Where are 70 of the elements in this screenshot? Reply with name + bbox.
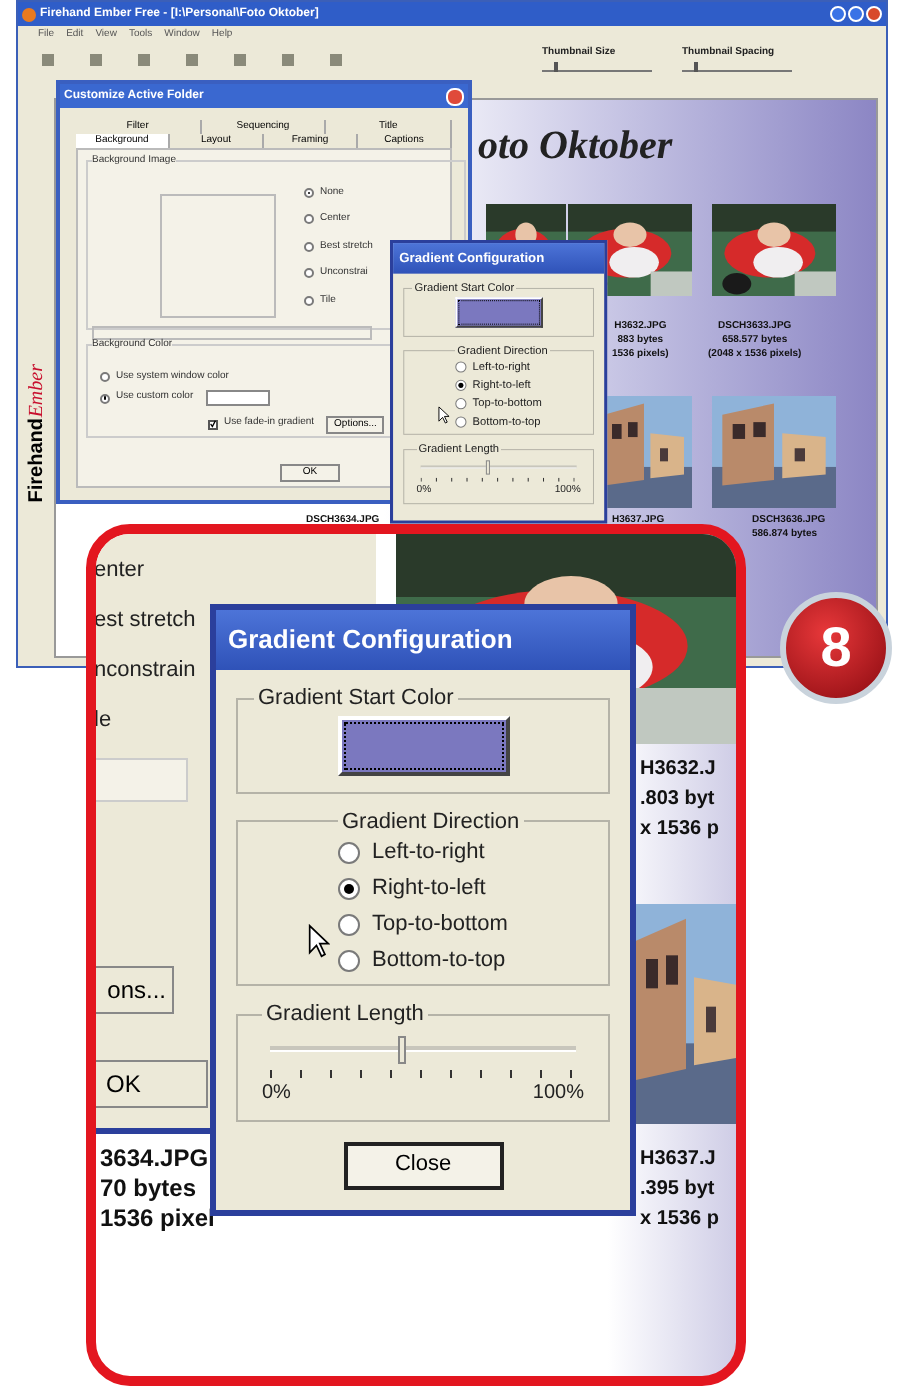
radio-button[interactable]: [455, 398, 467, 410]
color-button[interactable]: [454, 296, 543, 328]
caption-text: .803 byt: [640, 786, 717, 814]
radio-button[interactable]: [304, 241, 314, 252]
radio-label: Top-to-bottom: [372, 910, 508, 940]
scale-label: 100%: [532, 1079, 584, 1107]
slider-thumb[interactable]: [486, 459, 491, 475]
preview-box: [160, 193, 276, 317]
check-icon: [210, 420, 216, 428]
logo-text: Ember: [23, 364, 49, 418]
slider-track[interactable]: [270, 1035, 576, 1063]
app-icon: [22, 7, 36, 21]
checkbox[interactable]: [208, 419, 218, 429]
radio-button[interactable]: [338, 878, 360, 900]
group-label: Gradient Length: [264, 1000, 426, 1030]
radio-label: Left-to-right: [372, 838, 485, 868]
caption-text: H3637.J: [640, 1146, 718, 1174]
input-field[interactable]: [92, 325, 372, 339]
radio-button[interactable]: [338, 950, 360, 972]
slider-thumb[interactable]: [398, 1035, 407, 1063]
radio-label: nconstrain: [96, 656, 196, 686]
color-button[interactable]: [337, 715, 509, 775]
radio-button[interactable]: [455, 379, 467, 391]
radio-button[interactable]: [100, 371, 110, 382]
caption-text: .395 byt: [640, 1176, 717, 1204]
cursor-icon: [438, 406, 450, 424]
toolbar-icon: [278, 50, 298, 70]
input-field[interactable]: [96, 758, 188, 802]
slider-track[interactable]: [542, 65, 652, 71]
caption-text: x 1536 p: [640, 1206, 719, 1234]
radio-button[interactable]: [455, 416, 467, 428]
radio-button[interactable]: [304, 295, 314, 306]
slider-track[interactable]: [420, 459, 577, 475]
radio-button[interactable]: [100, 393, 110, 403]
toolbar-icon: [230, 50, 250, 70]
toolbar-icon: [182, 50, 202, 70]
dialog-title: Gradient Configuration: [228, 622, 513, 659]
radio-button[interactable]: [304, 268, 314, 279]
folder-title: oto Oktober: [478, 122, 673, 172]
close-button[interactable]: Close: [343, 1141, 503, 1189]
radio-label: Right-to-left: [372, 874, 486, 904]
toolbar-icon: [326, 50, 346, 70]
color-swatch[interactable]: [205, 390, 270, 406]
toolbar-icon: [134, 50, 154, 70]
radio-label: Bottom-to-top: [372, 946, 506, 976]
caption-text: 70 bytes: [100, 1174, 199, 1204]
logo-text: Firehand: [23, 417, 49, 502]
step-number: 8: [820, 614, 852, 682]
slider-track[interactable]: [682, 65, 792, 71]
group-label: Gradient Start Color: [256, 684, 456, 714]
caption-text: H3632.J: [640, 756, 718, 784]
maximize-icon[interactable]: [848, 6, 864, 22]
scale-label: 0%: [262, 1079, 291, 1107]
toolbar-icon: [38, 50, 58, 70]
ok-button[interactable]: OK: [96, 1060, 208, 1108]
caption-text: 3634.JPG: [100, 1144, 211, 1174]
minimize-icon[interactable]: [830, 6, 846, 22]
radio-label: le: [96, 706, 114, 736]
cursor-icon: [308, 924, 330, 958]
close-icon[interactable]: [866, 6, 882, 22]
close-icon[interactable]: [446, 87, 464, 105]
toolbar-icon: [86, 50, 106, 70]
radio-button[interactable]: [455, 361, 467, 373]
radio-button[interactable]: [304, 187, 314, 198]
radio-button[interactable]: [338, 842, 360, 864]
radio-button[interactable]: [304, 214, 314, 225]
caption-text: x 1536 p: [640, 816, 719, 844]
group-label: Gradient Direction: [340, 807, 522, 837]
radio-button[interactable]: [338, 914, 360, 936]
options-button[interactable]: ons...: [96, 966, 174, 1014]
